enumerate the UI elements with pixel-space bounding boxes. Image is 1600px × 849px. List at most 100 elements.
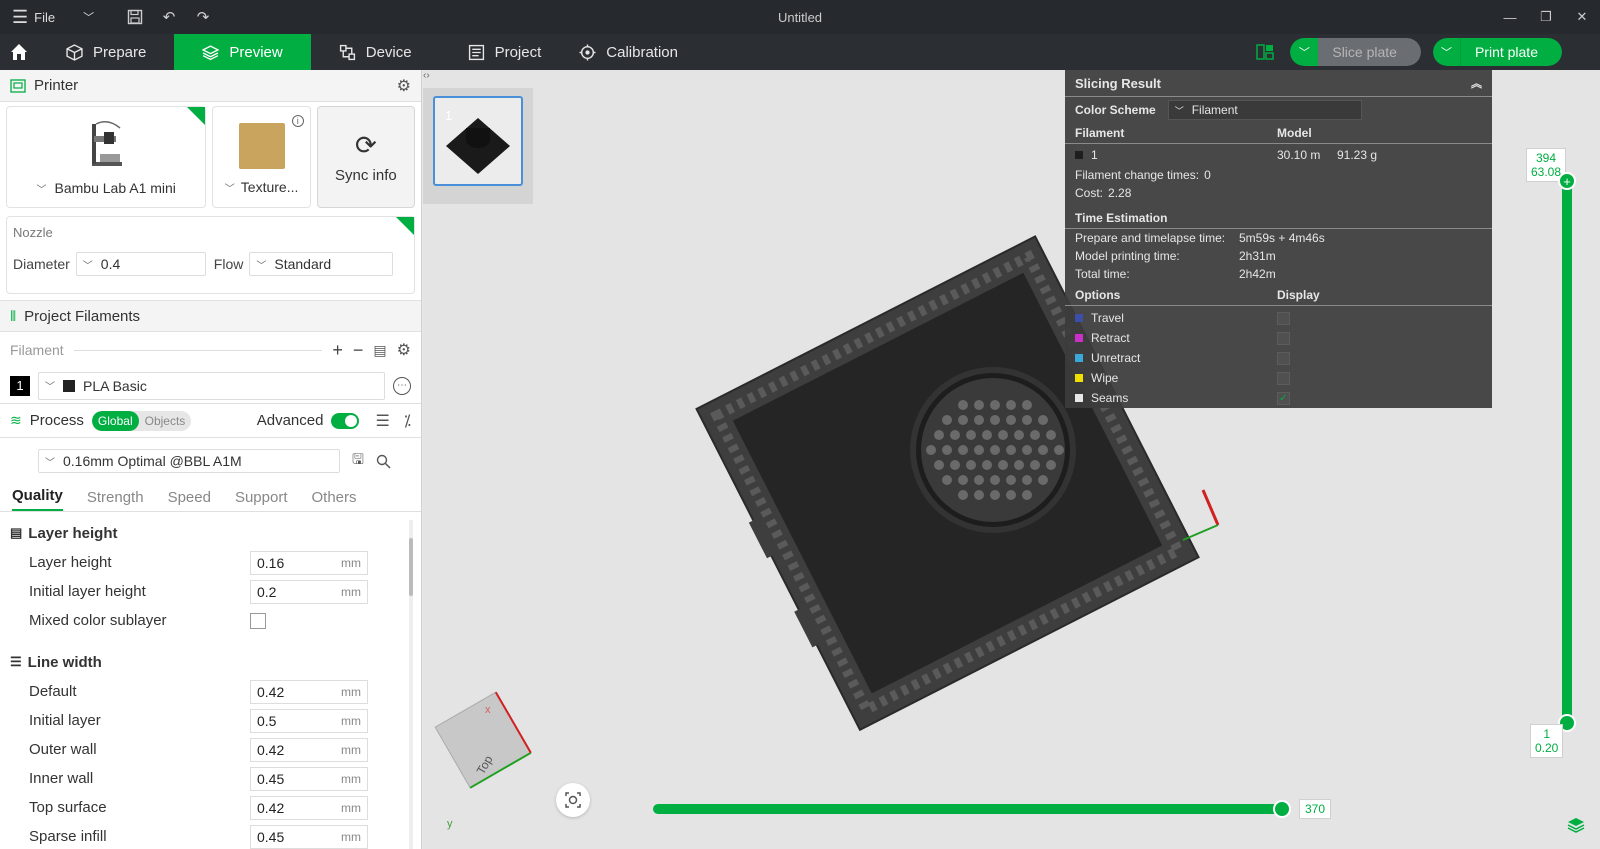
- subtab-speed[interactable]: Speed: [168, 489, 211, 511]
- setting-input[interactable]: 0.42 mm: [250, 795, 368, 820]
- cube-icon: [66, 43, 83, 61]
- subtab-strength[interactable]: Strength: [87, 489, 144, 511]
- tab-preview[interactable]: Preview: [174, 34, 311, 70]
- display-checkbox[interactable]: [1277, 331, 1290, 345]
- setting-input[interactable]: 0.45 mm: [250, 824, 368, 849]
- gear-icon[interactable]: ⚙: [397, 76, 411, 96]
- color-scheme-select[interactable]: ﹀ Filament: [1167, 100, 1362, 120]
- setting-input[interactable]: 0.42 mm: [250, 679, 368, 704]
- minimize-icon[interactable]: —: [1492, 0, 1528, 34]
- setting-row: Top surface 0.42 mm: [0, 793, 421, 822]
- tab-prepare[interactable]: Prepare: [38, 34, 174, 70]
- camera-reset-icon[interactable]: [556, 783, 590, 817]
- collapse-icon[interactable]: ︽: [1471, 75, 1482, 91]
- change-times-label: Filament change times:: [1075, 168, 1200, 182]
- diameter-select[interactable]: ﹀ 0.4: [75, 252, 206, 276]
- display-checkbox[interactable]: [1277, 351, 1290, 365]
- chevron-down-icon[interactable]: ﹀: [1290, 38, 1319, 66]
- restore-icon[interactable]: ❐: [1528, 0, 1564, 34]
- layer-slider-top-handle[interactable]: +: [1558, 172, 1576, 190]
- filament-select[interactable]: ﹀ PLA Basic: [38, 371, 385, 400]
- move-slider-value: 370: [1299, 799, 1332, 819]
- top-layer-height: 63.08: [1531, 165, 1562, 179]
- global-option[interactable]: Global: [91, 410, 139, 431]
- remove-icon[interactable]: −: [353, 340, 364, 361]
- display-checkbox[interactable]: [1277, 371, 1290, 385]
- layer-slider-track[interactable]: [1562, 180, 1572, 730]
- gcode-move-slider[interactable]: 370: [653, 799, 1333, 819]
- tab-calibration[interactable]: Calibration: [569, 34, 706, 70]
- layers-toggle-icon[interactable]: [1566, 815, 1586, 835]
- chevron-down-icon[interactable]: ﹀: [1432, 38, 1461, 66]
- layout-toggle-icon[interactable]: [1252, 39, 1278, 65]
- close-icon[interactable]: ✕: [1564, 0, 1600, 34]
- add-icon[interactable]: +: [332, 340, 343, 361]
- travel-swatch: [1075, 314, 1083, 322]
- mixed-color-checkbox[interactable]: [250, 612, 266, 629]
- more-options-icon[interactable]: ⋯: [393, 376, 411, 395]
- tab-device[interactable]: Device: [311, 34, 440, 70]
- file-menu[interactable]: ☰ File ﹀: [0, 7, 110, 28]
- setting-label: Sparse infill: [29, 828, 107, 845]
- info-icon[interactable]: i: [291, 115, 304, 127]
- gear-icon[interactable]: ⚙: [397, 340, 411, 360]
- save-icon[interactable]: [118, 0, 152, 34]
- move-slider-track[interactable]: [653, 804, 1281, 814]
- unit-label: mm: [341, 584, 361, 599]
- collapse-sidebar-icon[interactable]: ‹›: [423, 70, 437, 84]
- setting-label: Inner wall: [29, 770, 94, 787]
- total-time-label: Total time:: [1075, 267, 1130, 281]
- slice-plate-button[interactable]: ﹀ Slice plate: [1290, 38, 1421, 66]
- setting-input[interactable]: 0.5 mm: [250, 708, 368, 733]
- subtab-quality[interactable]: Quality: [12, 487, 63, 511]
- chevron-down-icon: ﹀: [45, 382, 55, 393]
- layer-slider[interactable]: 394 63.08 + 1 0.20: [1526, 144, 1576, 844]
- print-plate-button[interactable]: ﹀ Print plate: [1432, 38, 1562, 66]
- setting-input[interactable]: 0.42 mm: [250, 737, 368, 762]
- advanced-label: Advanced: [256, 412, 324, 429]
- redo-icon[interactable]: ↷: [186, 0, 220, 34]
- axis-y-label: y: [447, 818, 453, 830]
- plate-card[interactable]: i ﹀ Texture...: [212, 106, 311, 208]
- display-checkbox[interactable]: [1277, 311, 1290, 325]
- tab-project[interactable]: Project: [440, 34, 570, 70]
- process-preset-select[interactable]: ﹀ 0.16mm Optimal @BBL A1M: [38, 449, 340, 473]
- compare-icon[interactable]: ⁒: [404, 411, 411, 431]
- cost-label: Cost:: [1075, 186, 1104, 200]
- plate-name: Texture...: [240, 179, 299, 195]
- printer-section-title: Printer: [34, 77, 79, 94]
- setting-input[interactable]: 0.45 mm: [250, 766, 368, 791]
- unit-label: mm: [341, 771, 361, 786]
- undo-icon[interactable]: ↶: [152, 0, 186, 34]
- settings-scrollbar[interactable]: [409, 520, 413, 849]
- filament-index-badge[interactable]: 1: [10, 375, 30, 396]
- save-preset-icon[interactable]: 🖫: [352, 449, 364, 473]
- plate-thumbnail[interactable]: 1: [433, 96, 523, 186]
- process-scope-toggle[interactable]: Global Objects: [91, 410, 192, 431]
- time-estimation-title: Time Estimation: [1075, 211, 1168, 225]
- slicing-result-header[interactable]: Slicing Result ︽: [1065, 70, 1492, 96]
- move-slider-handle[interactable]: [1273, 800, 1291, 818]
- objects-option[interactable]: Objects: [139, 411, 192, 431]
- setting-row: Initial layer 0.5 mm: [0, 706, 421, 735]
- setting-input[interactable]: 0.2 mm: [250, 579, 368, 604]
- subtab-others[interactable]: Others: [312, 489, 357, 511]
- sync-info-button[interactable]: ⟳ Sync info: [316, 106, 416, 208]
- bottom-layer-label: 1 0.20: [1530, 724, 1564, 758]
- subtab-support[interactable]: Support: [235, 489, 288, 511]
- advanced-toggle[interactable]: [331, 412, 360, 429]
- unretract-swatch: [1075, 354, 1083, 362]
- 3d-viewport[interactable]: 1 ‹› x y Top Slicing Result ︽ Color Sche…: [423, 70, 1600, 849]
- setting-input[interactable]: 0.16 mm: [250, 550, 368, 575]
- bambu-logo-icon: [63, 379, 75, 392]
- flow-select[interactable]: ﹀ Standard: [249, 252, 394, 276]
- printer-card[interactable]: ﹀ Bambu Lab A1 mini: [6, 106, 207, 208]
- project-filaments-header: ⦀ Project Filaments: [0, 300, 421, 332]
- display-checkbox-checked[interactable]: ✓: [1277, 391, 1290, 405]
- list-icon[interactable]: ☰: [375, 411, 389, 431]
- filament-sync-icon[interactable]: ▤: [373, 342, 386, 359]
- home-icon[interactable]: [0, 34, 38, 70]
- layer-height-group-icon: ▤: [10, 525, 23, 540]
- process-preset-value: 0.16mm Optimal @BBL A1M: [63, 453, 242, 469]
- search-icon[interactable]: [376, 454, 391, 469]
